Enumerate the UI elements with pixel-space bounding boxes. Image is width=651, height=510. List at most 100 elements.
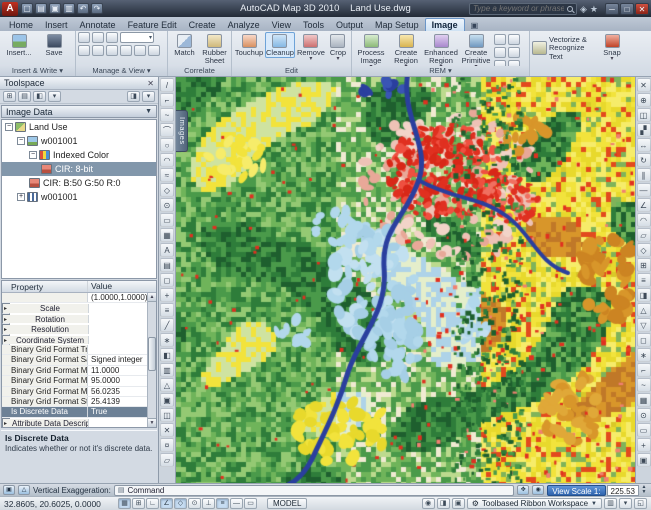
crop-button[interactable]: Crop ▾ (327, 32, 349, 63)
toolspace-close-icon[interactable]: ✕ (147, 79, 154, 88)
property-row-selected[interactable]: Is Discrete Data True (2, 407, 156, 417)
tab-annotate[interactable]: Annotate (74, 19, 122, 31)
polar-toggle[interactable]: ∠ (160, 498, 173, 509)
pan-icon[interactable]: ✥ (517, 485, 529, 495)
modify-tool-icon[interactable]: ▣ (637, 453, 651, 467)
rem-tool-icon-1[interactable] (494, 34, 506, 45)
draw-tool-icon[interactable]: ✕ (160, 423, 174, 437)
property-row[interactable]: Binary Grid Format MeanVa 56.0235 (2, 387, 156, 397)
tab-image[interactable]: Image (425, 18, 465, 31)
crop-dropdown-icon[interactable]: ▾ (336, 57, 339, 62)
panel-label-insert-write[interactable]: Insert & Write ▾ (0, 66, 75, 76)
property-column-header[interactable]: Property (2, 281, 88, 292)
tab-view[interactable]: View (266, 19, 297, 31)
vertical-exaggeration-label[interactable]: Vertical Exaggeration: (33, 486, 111, 495)
draw-tool-icon[interactable]: ⌒ (160, 123, 174, 137)
tab-feature-edit[interactable]: Feature Edit (122, 19, 183, 31)
coordinates-display[interactable]: 32.8605, 20.6025, 0.0000 (4, 499, 116, 509)
draw-tool-icon[interactable]: ◫ (160, 408, 174, 422)
snap-button[interactable]: Snap ▾ (597, 32, 627, 63)
modify-tool-icon[interactable]: ⊙ (637, 408, 651, 422)
rem-tool-icon-4[interactable] (508, 47, 520, 58)
modify-tool-icon[interactable]: △ (637, 303, 651, 317)
command-line[interactable]: ▤ Command (114, 485, 514, 496)
save-image-button[interactable]: Save (37, 32, 71, 58)
property-row[interactable]: Rotation 0 (2, 314, 10, 324)
ts-dropdown-icon[interactable]: ▾ (48, 91, 61, 102)
view-scale-label[interactable]: View Scale 1: (547, 485, 605, 496)
redo-icon[interactable]: ↷ (91, 3, 103, 14)
modify-tool-icon[interactable]: ▱ (637, 228, 651, 242)
modify-tool-icon[interactable]: ⌐ (637, 363, 651, 377)
modify-tool-icon[interactable]: ∥ (637, 168, 651, 182)
modify-tool-icon[interactable]: ▭ (637, 423, 651, 437)
draw-tool-icon[interactable]: ⌐ (160, 93, 174, 107)
tab-home[interactable]: Home (3, 19, 39, 31)
panel-label-correlate[interactable]: Correlate (168, 66, 231, 76)
collapse-icon[interactable]: − (29, 151, 37, 159)
ts-options-icon[interactable]: ▾ (142, 91, 155, 102)
new-file-icon[interactable]: ▢ (21, 3, 33, 14)
search-icon[interactable] (567, 6, 573, 12)
modify-tool-icon[interactable]: — (637, 183, 651, 197)
tree-item-w001001[interactable]: − w001001 (2, 134, 156, 148)
property-row[interactable]: Coordinate System NAD83.Unknow (2, 335, 10, 345)
exaggeration-icon[interactable]: △ (18, 485, 30, 495)
draw-tool-icon[interactable]: ≈ (160, 168, 174, 182)
images-side-tab[interactable]: Images (176, 110, 188, 152)
osnap-toggle[interactable]: ◇ (174, 498, 187, 509)
draw-tool-icon[interactable]: ◻ (160, 273, 174, 287)
property-grid-header[interactable]: Property Value (2, 281, 156, 293)
view-scale-spinner[interactable]: ▲▼ (640, 485, 648, 495)
modify-tool-icon[interactable]: ✕ (637, 78, 651, 92)
draw-tool-icon[interactable]: ▭ (160, 213, 174, 227)
tree-item-cir-8bit[interactable]: CIR: 8-bit (2, 162, 156, 176)
draw-tool-icon[interactable]: ¤ (160, 438, 174, 452)
tab-output[interactable]: Output (330, 19, 369, 31)
zoom-icon[interactable]: ◉ (532, 485, 544, 495)
property-grid-scrollbar[interactable]: ▲ ▼ (147, 293, 156, 427)
property-row[interactable]: Binary Grid Format Transp (2, 345, 156, 355)
image-info-icon[interactable] (106, 45, 118, 56)
tab-insert[interactable]: Insert (39, 19, 74, 31)
panel-label-manage-view[interactable]: Manage & View ▾ (76, 66, 167, 76)
draw-tool-icon[interactable]: ⊙ (160, 198, 174, 212)
toolspace-titlebar[interactable]: Toolspace ✕ (0, 77, 158, 90)
modify-tool-icon[interactable]: ▞ (637, 123, 651, 137)
match-button[interactable]: Match (170, 32, 199, 58)
rubber-sheet-button[interactable]: Rubber Sheet (200, 32, 229, 66)
plot-icon[interactable]: ▥ (63, 3, 75, 14)
modify-tool-icon[interactable]: ◠ (637, 213, 651, 227)
draw-tool-icon[interactable]: ~ (160, 108, 174, 122)
collapse-icon[interactable]: − (5, 123, 13, 131)
modify-tool-icon[interactable]: ↔ (637, 138, 651, 152)
vectorize-button[interactable]: Vectorize & Recognize Text (532, 32, 596, 61)
draw-tool-icon[interactable]: ◧ (160, 348, 174, 362)
snap-toggle[interactable]: ▦ (118, 498, 131, 509)
remove-dropdown-icon[interactable]: ▾ (309, 57, 312, 62)
enhanced-region-button[interactable]: Enhanced Region ▾ (424, 32, 458, 71)
panel-label-edit[interactable]: Edit (232, 66, 351, 76)
tree-item-cir-rgb[interactable]: CIR: B:50 G:50 R:0 (2, 176, 156, 190)
favorites-star-icon[interactable]: ★ (590, 3, 598, 15)
modify-tool-icon[interactable]: ◫ (637, 108, 651, 122)
touchup-button[interactable]: Touchup (234, 32, 264, 58)
ts-view-icon[interactable]: ◨ (127, 91, 140, 102)
draw-tool-icon[interactable]: ▱ (160, 453, 174, 467)
histogram-icon[interactable] (134, 45, 146, 56)
maximize-button[interactable]: □ (620, 3, 634, 15)
minimize-button[interactable]: ─ (605, 3, 619, 15)
ts-insert-icon[interactable]: ⊞ (3, 91, 16, 102)
tree-item-land-use[interactable]: − Land Use (2, 120, 156, 134)
draw-tool-icon[interactable]: ▤ (160, 258, 174, 272)
image-select-combo[interactable]: ▾ (120, 32, 154, 43)
property-row[interactable]: (1.0000,1.0000) (2, 293, 156, 303)
search-input[interactable] (473, 4, 564, 13)
ortho-toggle[interactable]: ∟ (146, 498, 159, 509)
draw-tool-icon[interactable]: ╱ (160, 318, 174, 332)
save-file-icon[interactable]: ▣ (49, 3, 61, 14)
rem-tool-icon-3[interactable] (494, 47, 506, 58)
scroll-down-icon[interactable]: ▼ (148, 418, 156, 427)
create-primitive-button[interactable]: Create Primitive ▾ (459, 32, 493, 71)
draw-tool-icon[interactable]: ◠ (160, 153, 174, 167)
